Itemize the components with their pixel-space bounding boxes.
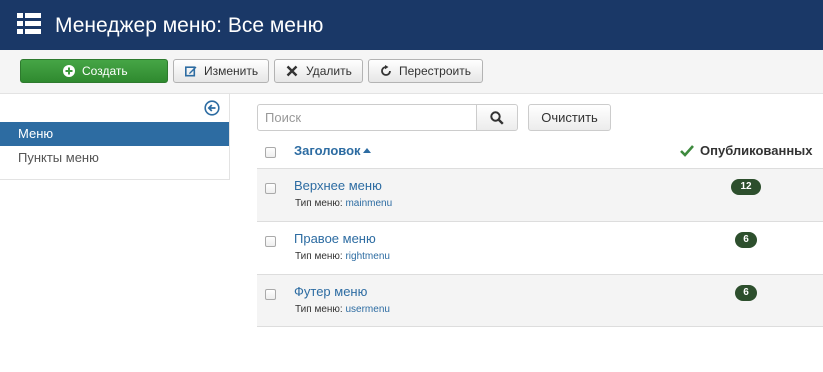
- sidebar-item-menu-items[interactable]: Пункты меню: [0, 146, 229, 170]
- toolbar: Создать Изменить Удалить Перестроить: [0, 50, 823, 94]
- row-checkbox[interactable]: [265, 289, 276, 300]
- create-button-label: Создать: [82, 64, 128, 78]
- table-row: Правое меню Тип меню: rightmenu 6: [257, 221, 823, 274]
- sidebar: Меню Пункты меню: [0, 94, 230, 180]
- published-count-badge[interactable]: 6: [735, 232, 757, 248]
- plus-circle-icon: [63, 65, 75, 77]
- close-icon: [286, 65, 298, 77]
- menu-type-value: usermenu: [345, 304, 390, 315]
- menu-type: Тип меню: usermenu: [295, 304, 390, 315]
- check-icon: [680, 145, 694, 157]
- collapse-sidebar-icon[interactable]: [204, 100, 220, 116]
- menu-type-value: mainmenu: [345, 198, 393, 209]
- select-all-checkbox[interactable]: [265, 147, 276, 158]
- rebuild-button-label: Перестроить: [399, 64, 471, 78]
- sidebar-item-menus[interactable]: Меню: [0, 122, 229, 146]
- search-input[interactable]: [257, 104, 477, 131]
- menu-title-link[interactable]: Верхнее меню: [294, 178, 382, 193]
- row-checkbox[interactable]: [265, 183, 276, 194]
- column-header-title[interactable]: Заголовок: [294, 143, 361, 158]
- list-icon: [17, 13, 41, 34]
- menu-type-prefix: Тип меню:: [295, 251, 343, 262]
- edit-icon: [185, 66, 197, 77]
- menu-type-prefix: Тип меню:: [295, 198, 343, 209]
- menu-type-prefix: Тип меню:: [295, 304, 343, 315]
- menu-type-value: rightmenu: [345, 251, 390, 262]
- menu-type: Тип меню: mainmenu: [295, 198, 392, 209]
- delete-button-label: Удалить: [306, 64, 352, 78]
- menu-title-link[interactable]: Правое меню: [294, 231, 376, 246]
- rebuild-button[interactable]: Перестроить: [368, 59, 483, 83]
- menu-title-link[interactable]: Футер меню: [294, 284, 367, 299]
- table-row: Верхнее меню Тип меню: mainmenu 12: [257, 168, 823, 221]
- column-header-published-label: Опубликованных: [700, 143, 813, 158]
- refresh-icon: [381, 65, 391, 76]
- edit-button[interactable]: Изменить: [173, 59, 269, 83]
- clear-button[interactable]: Очистить: [528, 104, 611, 131]
- published-count-badge[interactable]: 12: [731, 179, 761, 195]
- delete-button[interactable]: Удалить: [274, 59, 363, 83]
- table-row: Футер меню Тип меню: usermenu 6: [257, 274, 823, 327]
- page-header: Менеджер меню: Все меню: [0, 0, 823, 50]
- search-icon: [490, 111, 504, 125]
- sort-ascending-icon: [363, 148, 371, 153]
- create-button[interactable]: Создать: [20, 59, 168, 83]
- search-button[interactable]: [476, 104, 518, 131]
- row-checkbox[interactable]: [265, 236, 276, 247]
- edit-button-label: Изменить: [204, 64, 259, 78]
- published-count-badge[interactable]: 6: [735, 285, 757, 301]
- menu-type: Тип меню: rightmenu: [295, 251, 390, 262]
- page-title: Менеджер меню: Все меню: [55, 14, 324, 37]
